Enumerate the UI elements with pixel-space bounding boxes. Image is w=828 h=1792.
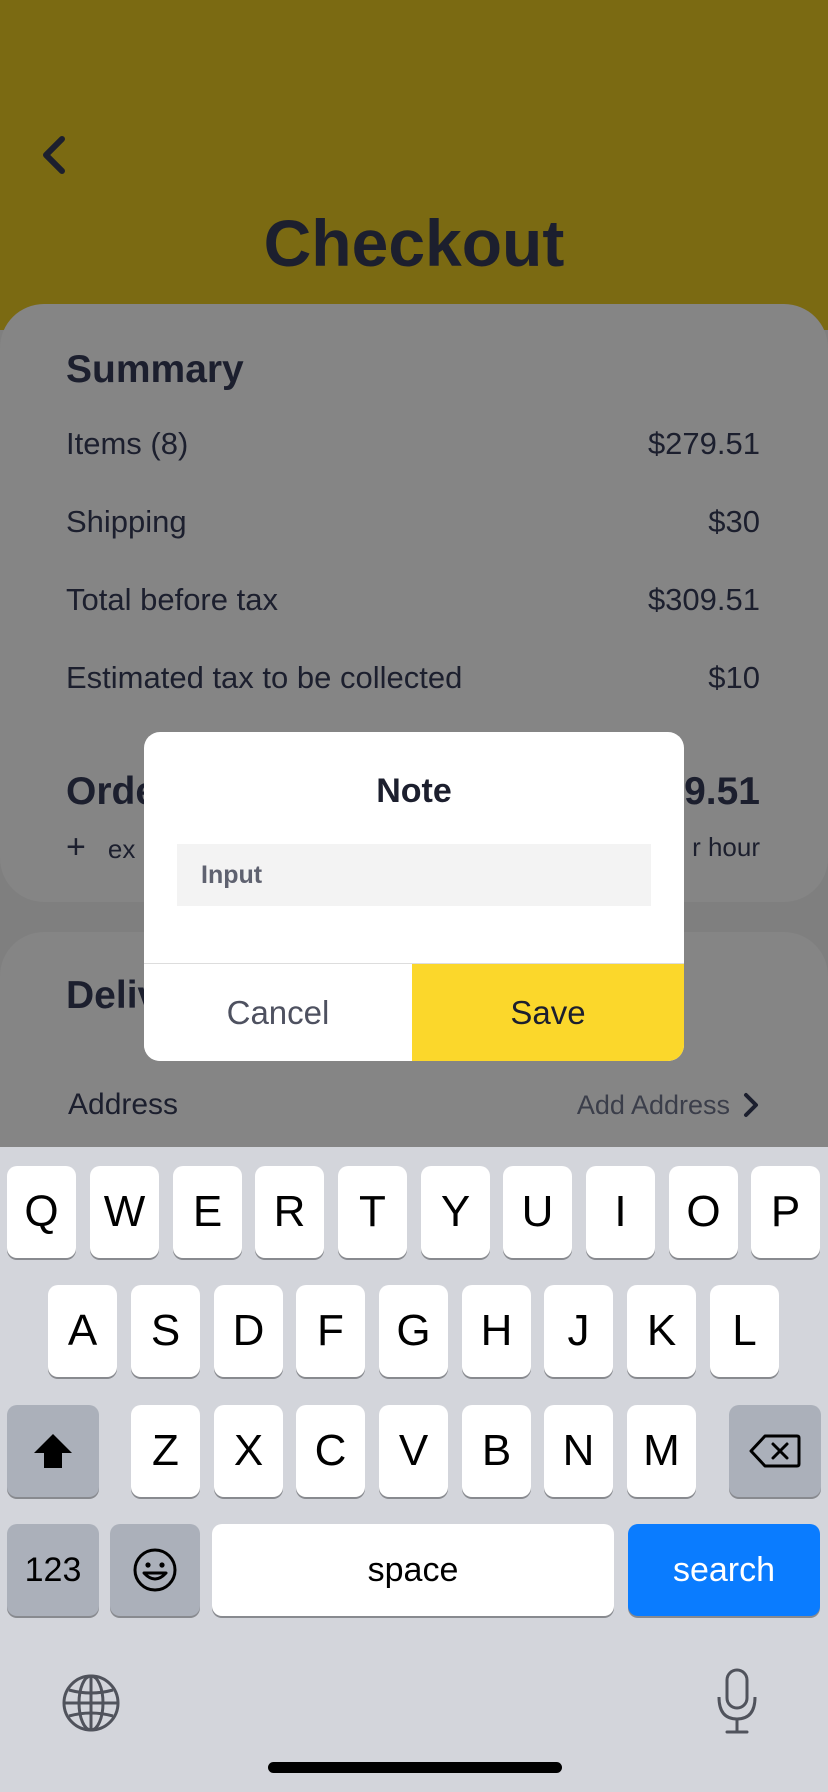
add-address-label: Add Address — [576, 1089, 730, 1120]
key-m[interactable]: M — [627, 1405, 696, 1497]
key-a[interactable]: A — [48, 1285, 117, 1377]
space-key[interactable]: space — [212, 1524, 614, 1616]
dictation-key[interactable] — [706, 1664, 768, 1740]
globe-key[interactable] — [58, 1670, 124, 1736]
key-c[interactable]: C — [296, 1405, 365, 1497]
address-label: Address — [68, 1088, 179, 1121]
key-b[interactable]: B — [462, 1405, 531, 1497]
summary-title: Summary — [66, 348, 244, 391]
key-w[interactable]: W — [90, 1166, 159, 1258]
key-e[interactable]: E — [173, 1166, 242, 1258]
key-d[interactable]: D — [214, 1285, 283, 1377]
summary-row-value: $30 — [708, 504, 760, 539]
key-g[interactable]: G — [379, 1285, 448, 1377]
emoji-key[interactable] — [110, 1524, 200, 1616]
key-p[interactable]: P — [751, 1166, 820, 1258]
summary-row-items: Items (8) $279.51 — [66, 426, 760, 462]
extra-value: r hour — [692, 832, 760, 862]
emoji-icon — [133, 1548, 177, 1592]
key-o[interactable]: O — [669, 1166, 738, 1258]
dialog-title: Note — [376, 772, 452, 810]
summary-row-total-before-tax: Total before tax $309.51 — [66, 582, 760, 618]
key-r[interactable]: R — [255, 1166, 324, 1258]
add-address-link[interactable]: Add Address — [577, 1090, 760, 1121]
numbers-key[interactable]: 123 — [7, 1524, 99, 1616]
note-input[interactable] — [177, 844, 651, 906]
summary-row-label: Items (8) — [66, 426, 189, 461]
save-button[interactable]: Save — [412, 964, 684, 1061]
backspace-icon — [749, 1434, 801, 1468]
extra-label: ex — [107, 834, 136, 864]
summary-row-value: $309.51 — [647, 582, 760, 617]
key-h[interactable]: H — [462, 1285, 531, 1377]
summary-row-label: Shipping — [66, 504, 187, 539]
note-dialog: Note Cancel Save — [144, 732, 684, 1061]
cancel-button[interactable]: Cancel — [144, 964, 412, 1061]
summary-row-label: Total before tax — [66, 582, 278, 617]
home-indicator — [268, 1762, 562, 1773]
key-s[interactable]: S — [131, 1285, 200, 1377]
key-t[interactable]: T — [338, 1166, 407, 1258]
back-button[interactable] — [34, 130, 74, 180]
chevron-left-icon — [43, 136, 65, 174]
shift-key[interactable] — [7, 1405, 99, 1497]
summary-row-value: $279.51 — [647, 426, 760, 461]
key-x[interactable]: X — [214, 1405, 283, 1497]
key-y[interactable]: Y — [421, 1166, 490, 1258]
summary-row-estimated-tax: Estimated tax to be collected $10 — [66, 660, 760, 696]
plus-icon: + — [66, 828, 86, 866]
globe-icon — [62, 1674, 120, 1732]
key-v[interactable]: V — [379, 1405, 448, 1497]
key-z[interactable]: Z — [131, 1405, 200, 1497]
search-key[interactable]: search — [628, 1524, 820, 1616]
summary-row-shipping: Shipping $30 — [66, 504, 760, 540]
summary-row-label: Estimated tax to be collected — [66, 660, 463, 695]
chevron-right-icon — [744, 1093, 758, 1117]
backspace-key[interactable] — [729, 1405, 821, 1497]
key-l[interactable]: L — [710, 1285, 779, 1377]
key-n[interactable]: N — [544, 1405, 613, 1497]
microphone-icon — [717, 1668, 757, 1734]
order-total-value: 9.51 — [684, 770, 760, 813]
page-title: Checkout — [263, 206, 565, 280]
shift-icon — [34, 1434, 72, 1468]
key-f[interactable]: F — [296, 1285, 365, 1377]
key-j[interactable]: J — [544, 1285, 613, 1377]
key-q[interactable]: Q — [7, 1166, 76, 1258]
address-row[interactable]: Address Add Address — [68, 1088, 760, 1122]
summary-row-value: $10 — [708, 660, 760, 695]
key-k[interactable]: K — [627, 1285, 696, 1377]
key-u[interactable]: U — [503, 1166, 572, 1258]
key-i[interactable]: I — [586, 1166, 655, 1258]
